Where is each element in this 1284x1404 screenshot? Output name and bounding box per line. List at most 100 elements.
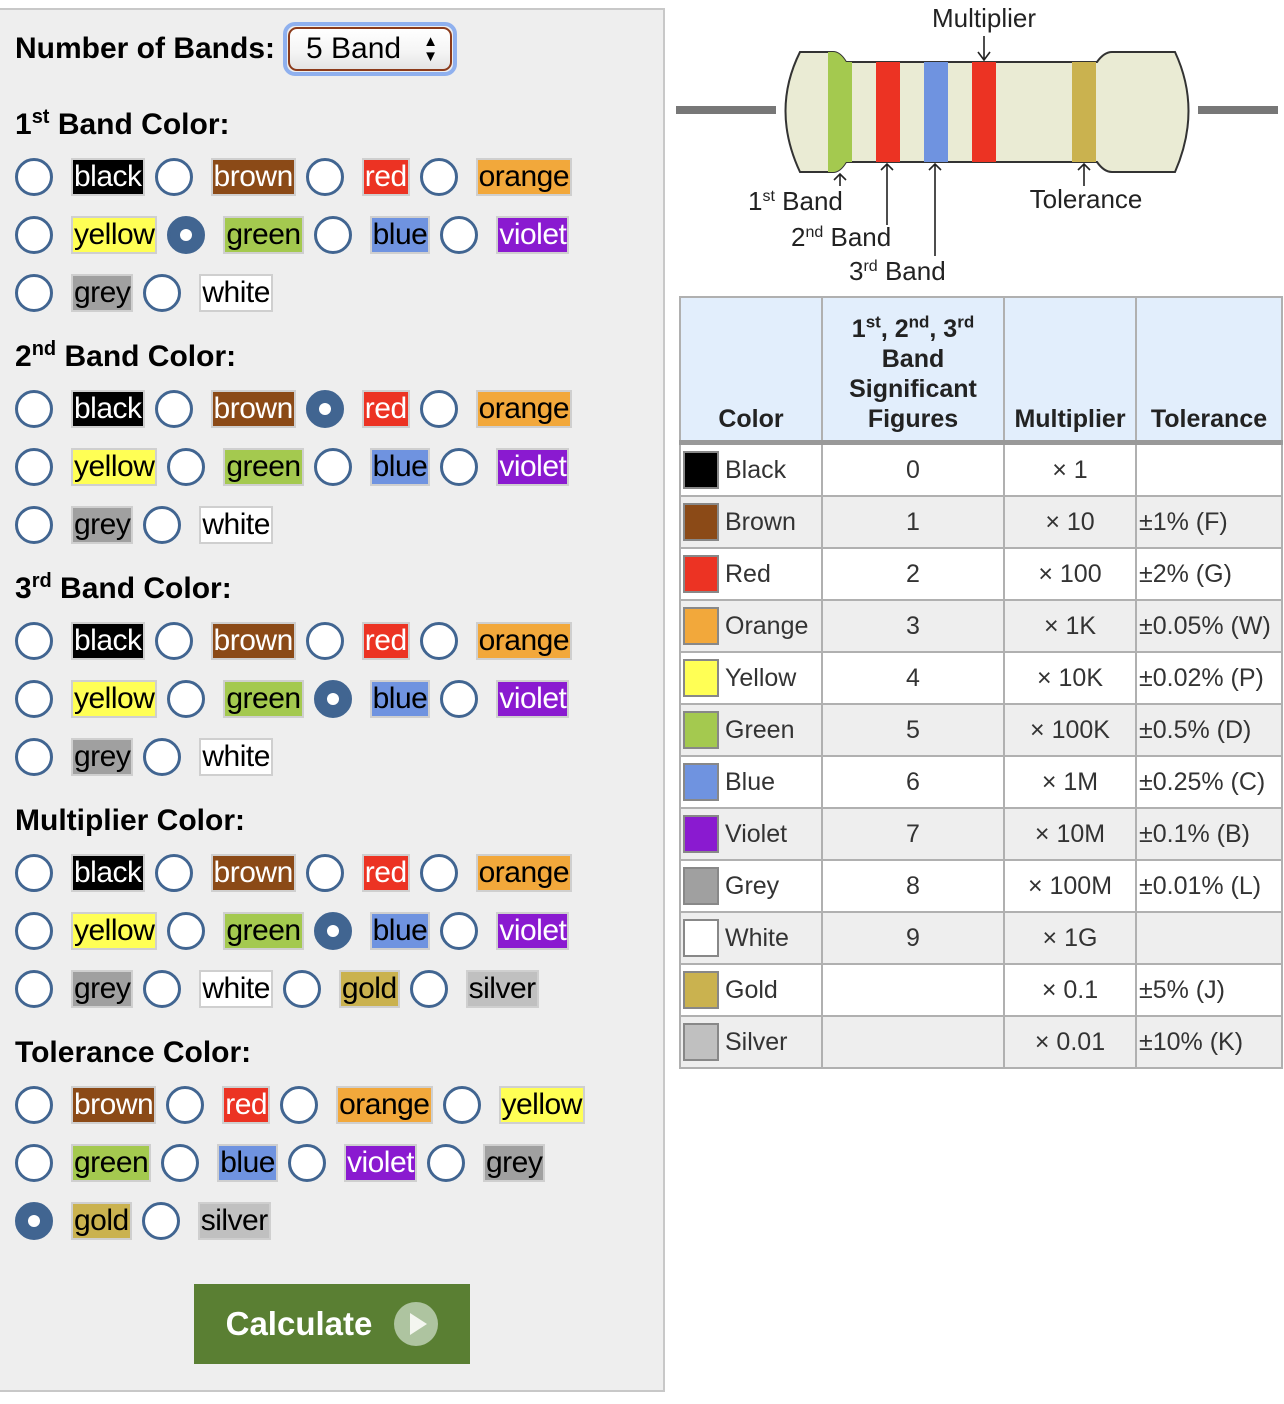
band3-radio-blue[interactable] <box>313 680 352 718</box>
multiplier-label-white[interactable]: white <box>199 970 273 1008</box>
band3-label-yellow[interactable]: yellow <box>71 680 158 718</box>
band1-label-green[interactable]: green <box>223 216 304 254</box>
band2-radio-orange[interactable] <box>419 390 458 428</box>
band3-label-red[interactable]: red <box>361 622 410 660</box>
tolerance-label-yellow[interactable]: yellow <box>498 1086 585 1124</box>
multiplier-label-orange[interactable]: orange <box>475 854 573 892</box>
band1-radio-red[interactable] <box>305 158 344 196</box>
band3-label-black[interactable]: black <box>71 622 145 660</box>
tolerance-radio-violet[interactable] <box>287 1144 326 1182</box>
tolerance-label-grey[interactable]: grey <box>483 1144 546 1182</box>
band1-label-red[interactable]: red <box>361 158 410 196</box>
band1-label-violet[interactable]: violet <box>496 216 570 254</box>
band3-label-green[interactable]: green <box>223 680 304 718</box>
band2-radio-violet[interactable] <box>440 448 479 486</box>
band2-radio-blue[interactable] <box>313 448 352 486</box>
band3-radio-grey[interactable] <box>15 738 53 776</box>
band2-radio-green[interactable] <box>167 448 206 486</box>
band2-label-violet[interactable]: violet <box>496 448 570 486</box>
tolerance-radio-grey[interactable] <box>427 1144 465 1182</box>
tolerance-label-silver[interactable]: silver <box>197 1202 271 1240</box>
multiplier-radio-black[interactable] <box>15 854 53 892</box>
multiplier-radio-brown[interactable] <box>154 854 193 892</box>
band2-label-green[interactable]: green <box>223 448 304 486</box>
multiplier-radio-yellow[interactable] <box>15 912 53 950</box>
multiplier-radio-gold[interactable] <box>282 970 321 1008</box>
band1-label-black[interactable]: black <box>71 158 145 196</box>
band2-label-black[interactable]: black <box>71 390 145 428</box>
band1-radio-brown[interactable] <box>154 158 193 196</box>
band1-radio-green[interactable] <box>167 216 206 254</box>
multiplier-label-blue[interactable]: blue <box>369 912 431 950</box>
calculate-button[interactable]: Calculate <box>194 1284 470 1364</box>
multiplier-label-yellow[interactable]: yellow <box>71 912 158 950</box>
multiplier-label-red[interactable]: red <box>361 854 410 892</box>
multiplier-radio-blue[interactable] <box>313 912 352 950</box>
band2-label-brown[interactable]: brown <box>210 390 296 428</box>
band2-label-blue[interactable]: blue <box>369 448 431 486</box>
band2-radio-red[interactable] <box>305 390 344 428</box>
band2-label-white[interactable]: white <box>199 506 273 544</box>
multiplier-label-green[interactable]: green <box>223 912 304 950</box>
band2-label-yellow[interactable]: yellow <box>71 448 158 486</box>
band2-label-grey[interactable]: grey <box>71 506 134 544</box>
tolerance-radio-red[interactable] <box>166 1086 205 1124</box>
multiplier-label-gold[interactable]: gold <box>338 970 400 1008</box>
band1-radio-violet[interactable] <box>440 216 479 254</box>
band2-radio-white[interactable] <box>143 506 182 544</box>
band1-label-brown[interactable]: brown <box>210 158 296 196</box>
band2-label-orange[interactable]: orange <box>475 390 573 428</box>
tolerance-radio-orange[interactable] <box>280 1086 319 1124</box>
band1-label-blue[interactable]: blue <box>369 216 431 254</box>
multiplier-radio-white[interactable] <box>143 970 182 1008</box>
multiplier-label-grey[interactable]: grey <box>71 970 134 1008</box>
band3-label-brown[interactable]: brown <box>210 622 296 660</box>
tolerance-label-orange[interactable]: orange <box>336 1086 433 1124</box>
band2-label-red[interactable]: red <box>361 390 410 428</box>
band1-label-yellow[interactable]: yellow <box>71 216 158 254</box>
tolerance-label-gold[interactable]: gold <box>71 1202 132 1240</box>
multiplier-label-black[interactable]: black <box>71 854 145 892</box>
tolerance-radio-brown[interactable] <box>15 1086 53 1124</box>
multiplier-radio-green[interactable] <box>167 912 206 950</box>
band1-radio-black[interactable] <box>15 158 53 196</box>
multiplier-label-silver[interactable]: silver <box>465 970 539 1008</box>
band2-radio-black[interactable] <box>15 390 53 428</box>
multiplier-radio-orange[interactable] <box>419 854 458 892</box>
tolerance-radio-gold[interactable] <box>15 1202 53 1240</box>
band1-radio-yellow[interactable] <box>15 216 53 254</box>
band3-label-blue[interactable]: blue <box>369 680 431 718</box>
band3-radio-yellow[interactable] <box>15 680 53 718</box>
band3-label-white[interactable]: white <box>199 738 273 776</box>
band3-radio-white[interactable] <box>143 738 182 776</box>
band1-radio-grey[interactable] <box>15 274 53 312</box>
tolerance-label-green[interactable]: green <box>71 1144 152 1182</box>
band3-label-violet[interactable]: violet <box>496 680 570 718</box>
band3-radio-green[interactable] <box>167 680 206 718</box>
tolerance-label-brown[interactable]: brown <box>71 1086 157 1124</box>
band1-label-grey[interactable]: grey <box>71 274 134 312</box>
multiplier-radio-grey[interactable] <box>15 970 53 1008</box>
band1-label-orange[interactable]: orange <box>475 158 573 196</box>
band2-radio-grey[interactable] <box>15 506 53 544</box>
tolerance-label-red[interactable]: red <box>222 1086 271 1124</box>
tolerance-radio-green[interactable] <box>15 1144 53 1182</box>
band1-radio-white[interactable] <box>143 274 182 312</box>
tolerance-label-violet[interactable]: violet <box>343 1144 417 1182</box>
band3-radio-red[interactable] <box>305 622 344 660</box>
band1-radio-blue[interactable] <box>313 216 352 254</box>
tolerance-radio-yellow[interactable] <box>442 1086 481 1124</box>
bands-select[interactable]: 5 Band ▲ ▼ <box>288 27 453 71</box>
multiplier-radio-silver[interactable] <box>409 970 448 1008</box>
band3-radio-brown[interactable] <box>154 622 193 660</box>
band3-radio-violet[interactable] <box>440 680 479 718</box>
band2-radio-yellow[interactable] <box>15 448 53 486</box>
multiplier-radio-violet[interactable] <box>440 912 479 950</box>
multiplier-label-brown[interactable]: brown <box>210 854 296 892</box>
band1-label-white[interactable]: white <box>199 274 273 312</box>
tolerance-radio-silver[interactable] <box>141 1202 180 1240</box>
band3-radio-black[interactable] <box>15 622 53 660</box>
band3-label-grey[interactable]: grey <box>71 738 134 776</box>
multiplier-radio-red[interactable] <box>305 854 344 892</box>
band1-radio-orange[interactable] <box>419 158 458 196</box>
